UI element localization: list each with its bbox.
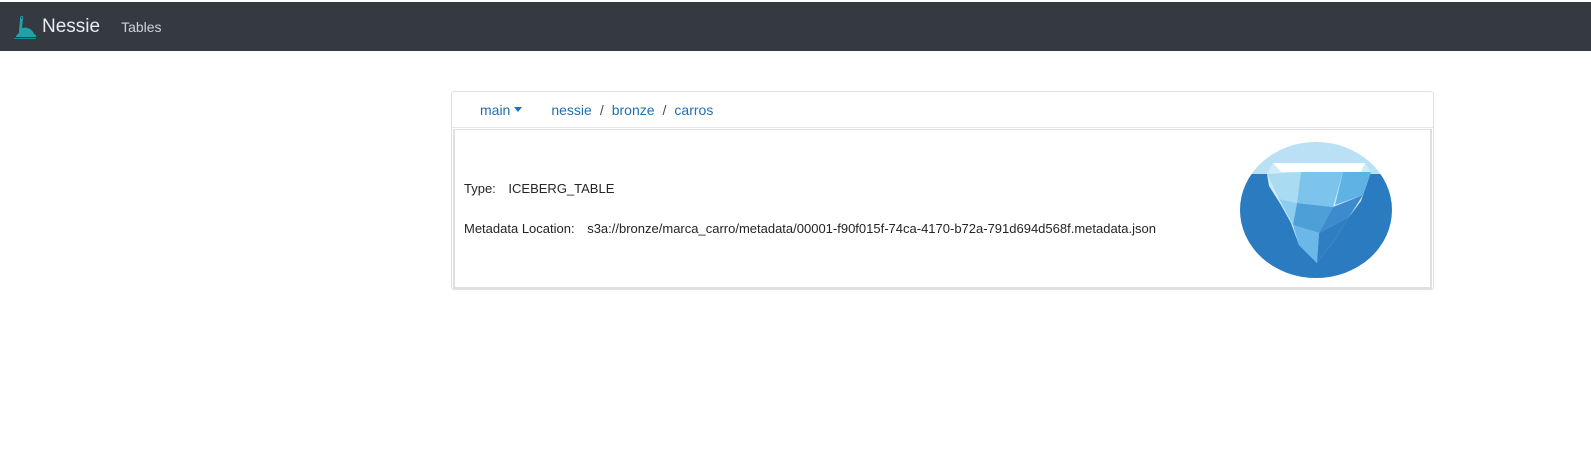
metadata-location-label: Metadata Location:	[464, 221, 575, 236]
branch-dropdown[interactable]: main	[480, 101, 523, 118]
breadcrumb-item-carros[interactable]: carros	[674, 102, 713, 118]
caret-down-icon	[514, 107, 523, 112]
card-body: Type: ICEBERG_TABLE Metadata Location: s…	[453, 129, 1432, 289]
brand-name: Nessie	[42, 15, 101, 37]
breadcrumb-separator: /	[662, 101, 667, 118]
iceberg-icon	[1240, 142, 1392, 278]
table-details-card: main nessie / bronze / carros Type: ICEB…	[451, 91, 1434, 290]
metadata-location-value: s3a://bronze/marca_carro/metadata/00001-…	[587, 221, 1156, 236]
type-value: ICEBERG_TABLE	[508, 181, 615, 196]
type-row: Type: ICEBERG_TABLE	[464, 181, 614, 196]
nessie-logo-icon	[14, 15, 36, 39]
breadcrumb-item-bronze[interactable]: bronze	[612, 102, 655, 118]
nav-link-tables[interactable]: Tables	[121, 19, 161, 35]
top-navbar: Nessie Tables	[0, 2, 1591, 51]
breadcrumb: nessie / bronze / carros	[551, 102, 713, 118]
branch-name: main	[480, 101, 511, 118]
card-header: main nessie / bronze / carros	[452, 92, 1433, 128]
breadcrumb-separator: /	[599, 101, 604, 118]
brand-link[interactable]: Nessie	[14, 14, 100, 40]
breadcrumb-item-nessie[interactable]: nessie	[551, 102, 591, 118]
type-label: Type:	[464, 181, 496, 196]
metadata-location-row: Metadata Location: s3a://bronze/marca_ca…	[464, 221, 1156, 236]
